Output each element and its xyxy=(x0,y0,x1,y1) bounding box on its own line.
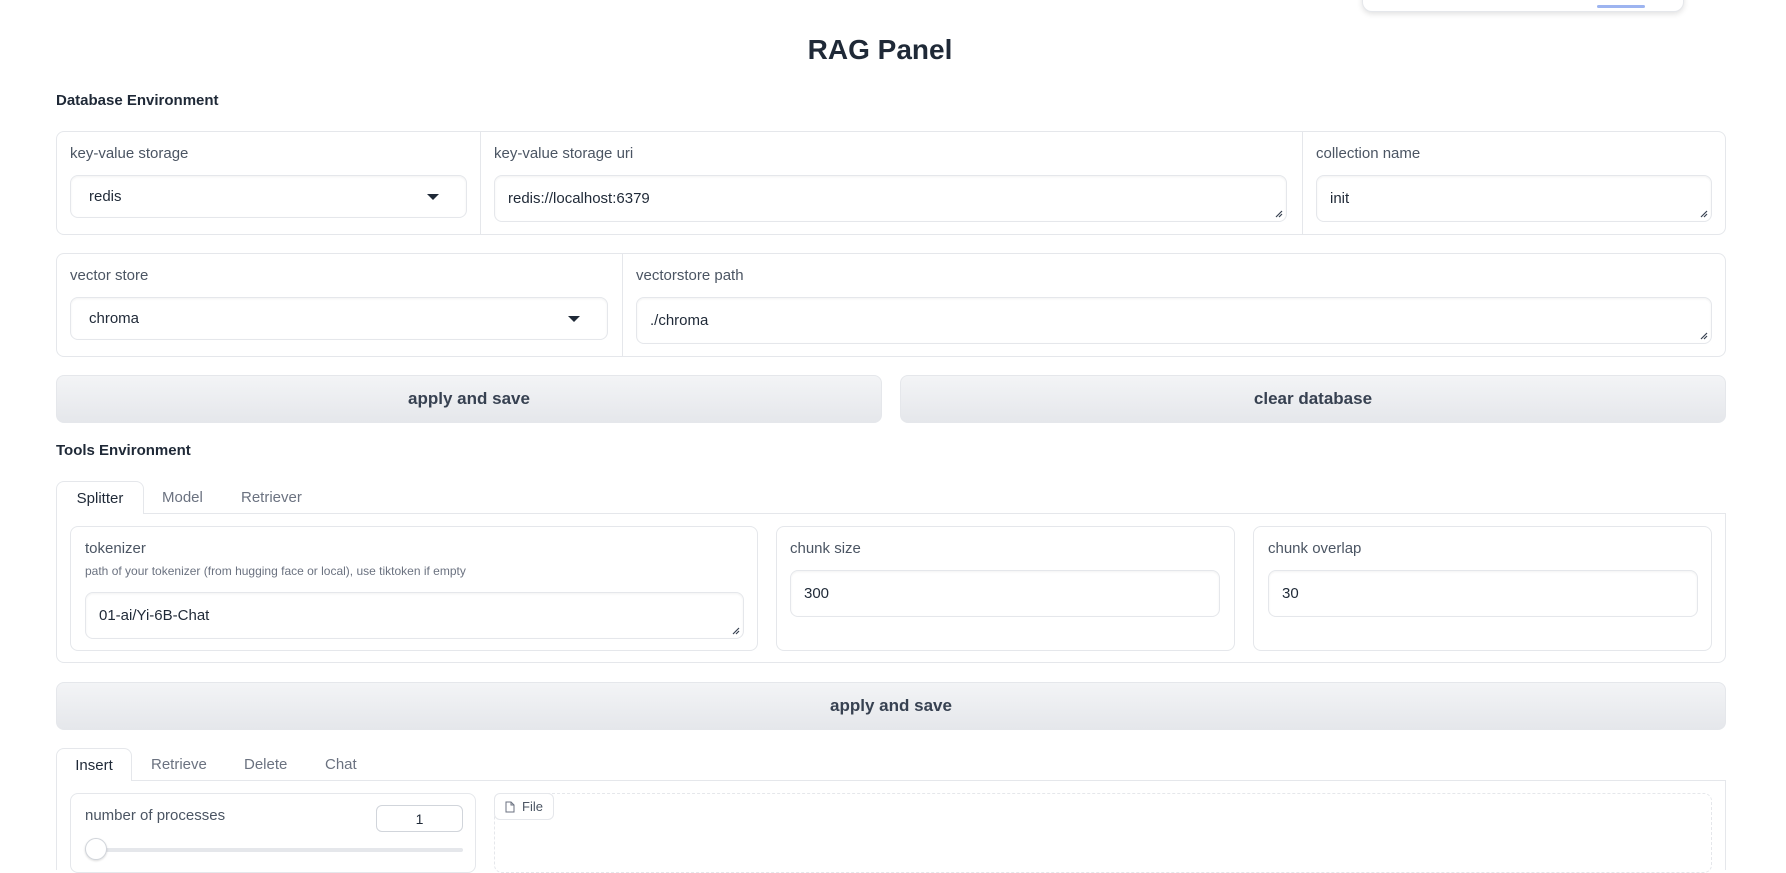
chevron-down-icon xyxy=(427,193,439,200)
file-label-tag: File xyxy=(494,793,554,820)
divider xyxy=(480,131,481,235)
page-title: RAG Panel xyxy=(807,34,953,65)
kv-uri-label: key-value storage uri xyxy=(494,145,634,162)
tokenizer-label: tokenizer xyxy=(85,540,146,557)
apply-and-save-tools-button[interactable]: apply and save xyxy=(56,682,1726,730)
collection-name-input[interactable]: init xyxy=(1316,175,1712,222)
vectorstore-path-input[interactable]: ./chroma xyxy=(636,297,1712,344)
processes-slider-track[interactable] xyxy=(85,848,463,852)
resize-handle-icon[interactable] xyxy=(730,625,740,635)
chunk-overlap-value: 30 xyxy=(1282,585,1299,602)
kv-storage-dropdown[interactable]: redis xyxy=(70,175,467,218)
file-upload-area[interactable] xyxy=(494,793,1712,873)
chunk-overlap-label: chunk overlap xyxy=(1268,540,1362,557)
tab-delete[interactable]: Delete xyxy=(244,756,287,773)
kv-storage-value: redis xyxy=(89,188,122,205)
apply-and-save-database-button[interactable]: apply and save xyxy=(56,375,882,423)
tokenizer-input[interactable]: 01-ai/Yi-6B-Chat xyxy=(85,592,744,639)
vector-store-dropdown[interactable]: chroma xyxy=(70,297,608,340)
kv-uri-value: redis://localhost:6379 xyxy=(508,190,650,207)
vectorstore-path-label: vectorstore path xyxy=(636,267,744,284)
resize-handle-icon[interactable] xyxy=(1698,208,1708,218)
tokenizer-info: path of your tokenizer (from hugging fac… xyxy=(85,564,466,578)
file-label: File xyxy=(522,799,543,814)
tab-model[interactable]: Model xyxy=(162,489,203,506)
tab-retrieve[interactable]: Retrieve xyxy=(151,756,207,773)
vector-store-label: vector store xyxy=(70,267,149,284)
clear-database-button[interactable]: clear database xyxy=(900,375,1726,423)
chunk-size-label: chunk size xyxy=(790,540,861,557)
divider xyxy=(622,253,623,357)
processes-label: number of processes xyxy=(85,807,226,824)
tab-splitter[interactable]: Splitter xyxy=(56,481,144,514)
tokenizer-value: 01-ai/Yi-6B-Chat xyxy=(99,607,210,624)
kv-storage-label: key-value storage xyxy=(70,145,189,162)
chevron-down-icon xyxy=(568,315,580,322)
tab-insert[interactable]: Insert xyxy=(56,748,132,781)
processes-slider-thumb[interactable] xyxy=(85,838,107,860)
collection-name-value: init xyxy=(1330,190,1350,207)
processes-number-input[interactable]: 1 xyxy=(376,805,463,832)
divider xyxy=(1302,131,1303,235)
tools-environment-heading: Tools Environment xyxy=(56,442,191,459)
floating-toast xyxy=(1362,0,1684,12)
chunk-size-input[interactable]: 300 xyxy=(790,570,1220,617)
tab-chat[interactable]: Chat xyxy=(325,756,357,773)
file-icon xyxy=(505,801,515,812)
resize-handle-icon[interactable] xyxy=(1273,208,1283,218)
tab-retriever[interactable]: Retriever xyxy=(241,489,302,506)
kv-uri-input[interactable]: redis://localhost:6379 xyxy=(494,175,1287,222)
vector-store-value: chroma xyxy=(89,310,140,327)
toast-progress-indicator xyxy=(1597,5,1645,8)
collection-name-label: collection name xyxy=(1316,145,1421,162)
resize-handle-icon[interactable] xyxy=(1698,330,1708,340)
chunk-overlap-input[interactable]: 30 xyxy=(1268,570,1698,617)
database-environment-heading: Database Environment xyxy=(56,92,219,109)
vectorstore-path-value: ./chroma xyxy=(650,312,709,329)
chunk-size-value: 300 xyxy=(804,585,830,602)
